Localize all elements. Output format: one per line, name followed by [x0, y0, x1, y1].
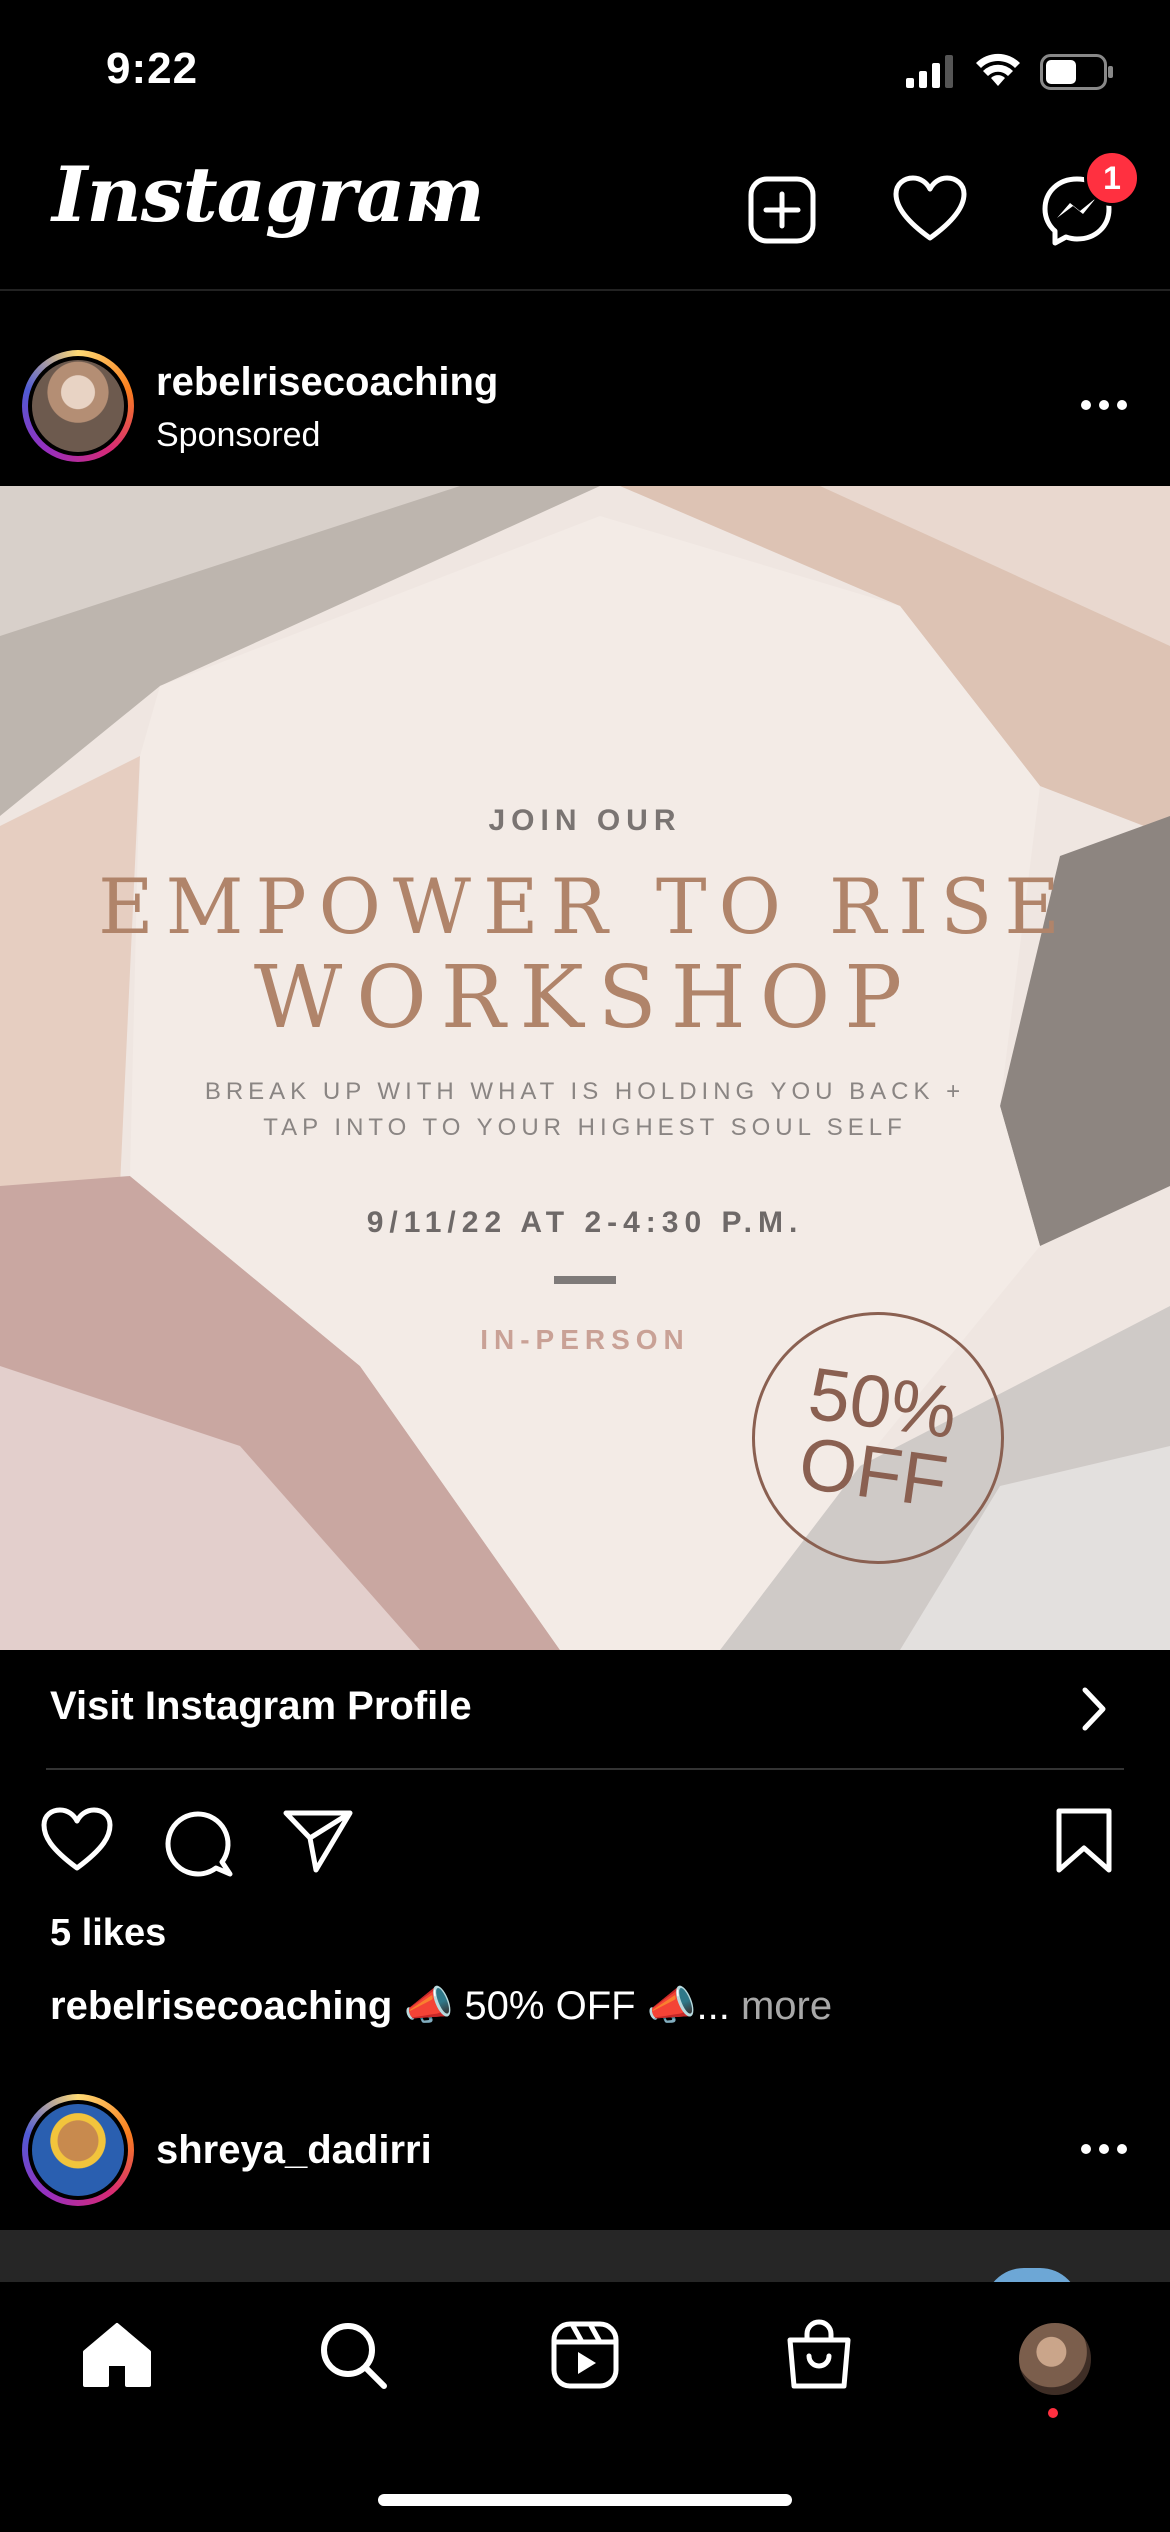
comment-icon[interactable] — [162, 1806, 234, 1883]
next-post-username[interactable]: shreya_dadirri — [156, 2128, 432, 2173]
share-icon[interactable] — [282, 1808, 354, 1879]
ad-tagline-line2: TAP INTO TO YOUR HIGHEST SOUL SELF — [263, 1114, 907, 1141]
post-username[interactable]: rebelrisecoaching — [156, 360, 498, 405]
ad-image[interactable]: JOIN OUR EMPOWER TO RISE WORKSHOP BREAK … — [0, 486, 1170, 1650]
home-icon[interactable] — [82, 2322, 152, 2393]
ad-format: IN-PERSON — [480, 1324, 690, 1355]
messenger-badge: 1 — [1084, 150, 1140, 206]
ad-title-line1: EMPOWER TO RISE — [98, 862, 1072, 951]
ad-date: 9/11/22 AT 2-4:30 P.M. — [366, 1206, 804, 1239]
shop-icon[interactable] — [784, 2318, 854, 2395]
battery-icon — [1040, 54, 1114, 95]
next-post-avatar[interactable] — [22, 2094, 134, 2206]
next-post-image-preview[interactable] — [0, 2230, 1170, 2308]
caption-username[interactable]: rebelrisecoaching — [50, 1984, 392, 2028]
home-indicator — [378, 2494, 792, 2506]
status-time: 9:22 — [106, 44, 199, 93]
caption-more-link[interactable]: more — [741, 1984, 832, 2028]
cta-divider — [46, 1768, 1124, 1770]
save-icon[interactable] — [1054, 1806, 1114, 1881]
likes-count[interactable]: 5 likes — [50, 1912, 166, 1955]
caption: rebelrisecoaching 📣 50% OFF 📣... more — [50, 1982, 832, 2029]
reels-icon[interactable] — [550, 2320, 620, 2395]
ad-tagline-line1: BREAK UP WITH WHAT IS HOLDING YOU BACK + — [204, 1078, 966, 1105]
discount-line2: OFF — [794, 1420, 953, 1524]
visit-profile-button[interactable]: Visit Instagram Profile — [50, 1684, 472, 1729]
wifi-icon — [974, 52, 1022, 93]
profile-avatar[interactable] — [1016, 2320, 1094, 2398]
search-icon[interactable] — [318, 2320, 388, 2395]
heart-icon[interactable] — [892, 174, 968, 246]
header-divider — [0, 289, 1170, 291]
caption-text: 📣 50% OFF 📣... — [403, 1984, 730, 2028]
chevron-down-icon[interactable] — [420, 196, 454, 223]
ad-title-line2: WORKSHOP — [253, 948, 917, 1048]
signal-icon — [904, 54, 954, 93]
instagram-logo[interactable]: Instagram — [52, 150, 485, 239]
ad-divider — [554, 1276, 616, 1284]
profile-notification-dot — [1048, 2408, 1058, 2418]
new-post-icon[interactable] — [746, 174, 818, 246]
more-icon[interactable] — [1080, 398, 1128, 417]
ad-join-text: JOIN OUR — [488, 804, 682, 837]
sponsored-label: Sponsored — [156, 416, 321, 454]
chevron-right-icon[interactable] — [1080, 1686, 1108, 1737]
like-icon[interactable] — [40, 1806, 114, 1879]
next-post-more-icon[interactable] — [1080, 2142, 1128, 2161]
post-author-avatar[interactable] — [22, 350, 134, 462]
